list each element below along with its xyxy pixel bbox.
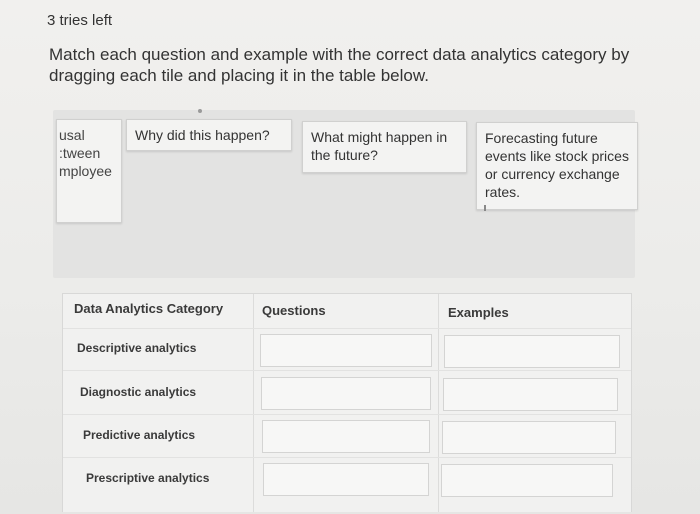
drop-zone-diagnostic-example[interactable] (443, 378, 618, 411)
drop-zone-descriptive-question[interactable] (260, 334, 432, 367)
tile-forecasting-example[interactable]: Forecasting future events like stock pri… (476, 122, 638, 210)
tile-what-might-text: What might happen in the future? (311, 129, 448, 163)
drop-zone-predictive-question[interactable] (262, 420, 430, 453)
tries-left-label: 3 tries left (47, 12, 113, 29)
row-divider (63, 457, 631, 458)
drop-zone-predictive-example[interactable] (442, 421, 616, 454)
row-divider (63, 414, 631, 415)
text-caret (484, 205, 486, 211)
row-label-prescriptive: Prescriptive analytics (86, 471, 210, 485)
tile-why-text: Why did this happen? (135, 127, 270, 143)
row-divider (63, 328, 631, 329)
row-label-descriptive: Descriptive analytics (77, 341, 197, 355)
tile-why-did-this-happen[interactable]: Why did this happen? (126, 119, 292, 151)
tile-partial-description[interactable]: usal :tween mployee (56, 119, 122, 223)
header-questions: Questions (262, 303, 326, 318)
tile-partial-description-text: usal :tween mployee (59, 127, 112, 179)
column-divider (438, 294, 439, 512)
column-divider (253, 294, 254, 512)
header-category: Data Analytics Category (74, 301, 224, 316)
drop-zone-prescriptive-question[interactable] (263, 463, 429, 496)
header-examples: Examples (448, 305, 509, 320)
activity-page: 3 tries left Match each question and exa… (0, 0, 700, 514)
row-label-predictive: Predictive analytics (83, 428, 196, 442)
tile-forecasting-text: Forecasting future events like stock pri… (485, 130, 629, 200)
matching-table: Data Analytics Category Questions Exampl… (62, 293, 632, 512)
row-divider (63, 370, 631, 371)
drop-zone-diagnostic-question[interactable] (261, 377, 431, 410)
row-label-diagnostic: Diagnostic analytics (80, 385, 197, 399)
drop-zone-descriptive-example[interactable] (444, 335, 620, 368)
tile-what-might-happen[interactable]: What might happen in the future? (302, 121, 467, 173)
drop-zone-prescriptive-example[interactable] (441, 464, 613, 497)
instructions-text: Match each question and example with the… (49, 45, 630, 85)
drag-dot-icon (198, 109, 202, 113)
